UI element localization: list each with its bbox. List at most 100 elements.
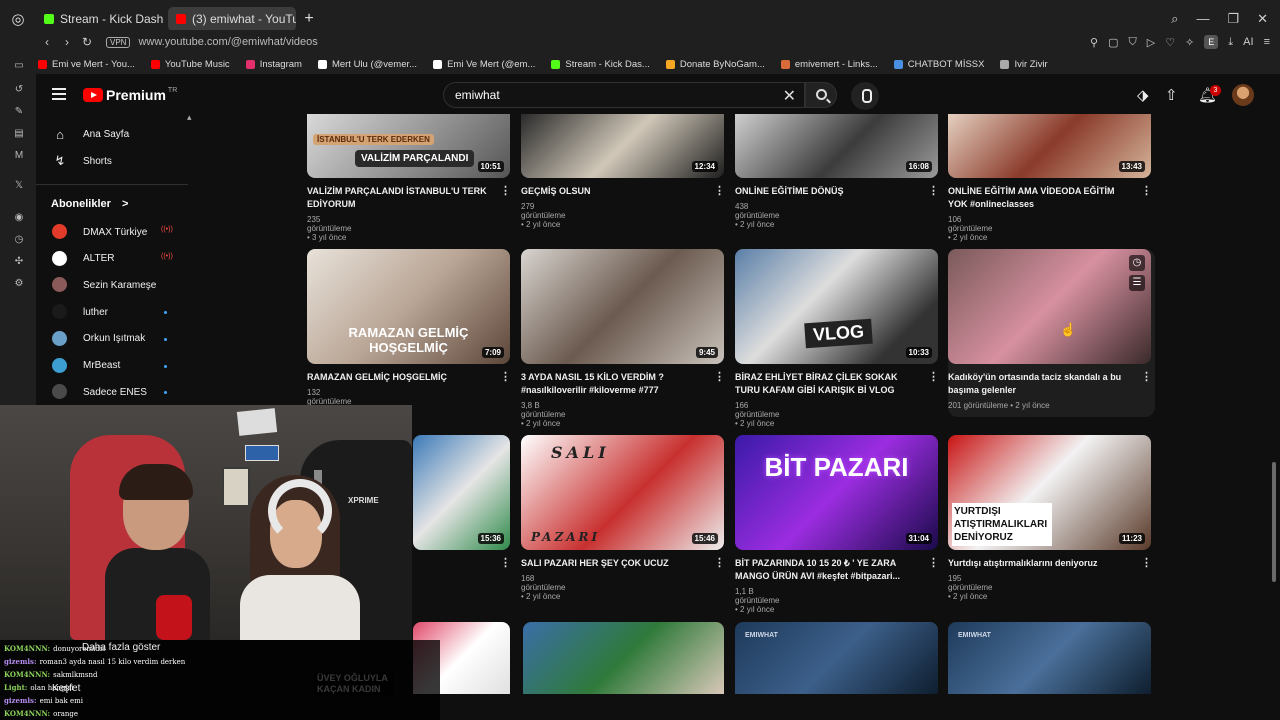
vpn-badge[interactable]: VPN <box>106 36 131 48</box>
bookmark-item[interactable]: Mert Ulu (@vemer... <box>317 59 417 70</box>
forward-icon[interactable]: › <box>58 35 76 49</box>
search-tabs-icon[interactable]: ⌕ <box>1171 11 1178 27</box>
messenger-icon[interactable]: ▭ <box>13 60 25 72</box>
clear-search-icon[interactable]: ✕ <box>783 86 796 106</box>
bookmark-item[interactable]: Donate ByNoGam... <box>665 59 765 70</box>
search-input[interactable]: emiwhat ✕ <box>443 82 805 108</box>
extensions-icon[interactable]: ✧ <box>1185 36 1194 49</box>
shield-icon[interactable]: ⛉ <box>1128 36 1136 49</box>
minimize-icon[interactable]: — <box>1196 11 1209 27</box>
player-icon[interactable]: ◉ <box>13 212 25 224</box>
close-icon[interactable]: ✕ <box>1257 11 1268 27</box>
video-title[interactable]: BİRAZ EHLİYET BİRAZ ÇİLEK SOKAK TURU KAF… <box>735 371 923 397</box>
sidebar-channel-item[interactable]: MrBeast <box>36 354 200 378</box>
ai-label[interactable]: AI <box>1243 36 1253 48</box>
show-more-button[interactable]: Daha fazla göster <box>82 642 160 653</box>
new-tab-button[interactable]: + <box>300 10 318 28</box>
video-thumbnail[interactable]: RAMAZAN GELMİÇ HOŞGELMİÇ 7:09 <box>307 249 510 364</box>
sidebar-item-shorts[interactable]: ↯ Shorts <box>36 149 200 173</box>
video-title[interactable]: ONLİNE EĞİTİME DÖNÜŞ <box>735 185 923 198</box>
video-title[interactable]: Yurtdışı atıştırmalıklarını deniyoruz <box>948 557 1136 570</box>
video-title[interactable]: VALİZİM PARÇALANDI İSTANBUL'U TERK EDİYO… <box>307 185 495 211</box>
video-menu-icon[interactable]: ⋮ <box>714 370 725 383</box>
video-menu-icon[interactable]: ⋮ <box>1141 370 1152 383</box>
bookmark-item[interactable]: Instagram <box>245 59 302 70</box>
video-thumbnail[interactable]: EMIWHAT <box>735 622 938 694</box>
video-thumbnail[interactable]: YURTDIŞI ATIŞTIRMALIKLARI DENİYORUZ 11:23 <box>948 435 1151 550</box>
explore-heading[interactable]: Keşfet <box>52 683 80 694</box>
create-icon[interactable]: ⬗ <box>1137 86 1149 104</box>
video-title[interactable]: 3 AYDA NASIL 15 KİLO VERDİM ? #nasılkilo… <box>521 371 709 397</box>
video-menu-icon[interactable]: ⋮ <box>714 184 725 197</box>
download-icon[interactable]: ⤓ <box>1228 36 1233 49</box>
video-thumbnail[interactable]: ◷ ☰ <box>948 249 1151 364</box>
menu-icon[interactable] <box>52 88 66 100</box>
extension-badge[interactable]: E <box>1204 35 1219 49</box>
bookmark-item[interactable]: Emi Ve Mert (@em... <box>433 59 535 70</box>
video-title[interactable]: SALI PAZARI HER ŞEY ÇOK UCUZ <box>521 557 709 570</box>
puzzle-icon[interactable]: ✣ <box>13 256 25 268</box>
video-menu-icon[interactable]: ⋮ <box>714 556 725 569</box>
url-field[interactable]: www.youtube.com/@emiwhat/videos <box>138 36 317 48</box>
pin-icon[interactable]: ⚲ <box>1090 36 1098 49</box>
edit-icon[interactable]: ✎ <box>13 106 25 118</box>
subscriptions-heading[interactable]: Abonelikler > <box>51 198 128 210</box>
bookmark-item[interactable]: YouTube Music <box>150 59 230 70</box>
video-menu-icon[interactable]: ⋮ <box>928 556 939 569</box>
video-menu-icon[interactable]: ⋮ <box>1141 184 1152 197</box>
reload-icon[interactable]: ↻ <box>78 35 96 49</box>
video-thumbnail[interactable]: 16:08 <box>735 114 938 178</box>
voice-search-button[interactable] <box>851 82 879 110</box>
sidebar-channel-item[interactable]: Sezin Karameşe <box>36 273 200 297</box>
notes-icon[interactable]: ▤ <box>13 128 25 140</box>
sidebar-channel-item[interactable]: luther <box>36 300 200 324</box>
bookmark-item[interactable]: Stream - Kick Das... <box>551 59 650 70</box>
youtube-premium-logo[interactable]: Premium TR <box>83 87 177 103</box>
bookmark-item[interactable]: emivemert - Links... <box>780 59 878 70</box>
video-title[interactable]: RAMAZAN GELMİÇ HOŞGELMİÇ <box>307 371 495 384</box>
video-title[interactable]: GEÇMİŞ OLSUN <box>521 185 709 198</box>
browser-menu-icon[interactable]: ≡ <box>1264 36 1270 48</box>
sidebar-channel-item[interactable]: Orkun Işıtmak <box>36 327 200 351</box>
sidebar-item-home[interactable]: ⌂ Ana Sayfa <box>36 122 200 146</box>
x-icon[interactable]: 𝕏 <box>13 180 25 192</box>
video-thumbnail[interactable]: 9:45 <box>521 249 724 364</box>
history-icon[interactable]: ↺ <box>13 84 25 96</box>
clock-icon[interactable]: ◷ <box>13 234 25 246</box>
settings-icon[interactable]: ⚙ <box>13 278 25 290</box>
maximize-icon[interactable]: ❐ <box>1227 11 1239 27</box>
snapshot-icon[interactable]: ▢ <box>1108 36 1118 49</box>
video-thumbnail[interactable]: VALİZİM PARÇALANDI İSTANBUL'U TERK EDERKE… <box>307 114 510 178</box>
avatar[interactable] <box>1232 84 1254 106</box>
sidebar-channel-item[interactable]: ALTER ((•)) <box>36 247 200 271</box>
sidebar-channel-item[interactable]: Sadece ENES <box>36 380 200 404</box>
video-menu-icon[interactable]: ⋮ <box>1141 556 1152 569</box>
video-thumbnail[interactable] <box>523 622 724 694</box>
video-thumbnail[interactable]: 13:43 <box>948 114 1151 178</box>
video-title[interactable]: BİT PAZARINDA 10 15 20 ₺ ' YE ZARA MANGO… <box>735 557 923 583</box>
bookmark-item[interactable]: CHATBOT MİSSX <box>893 59 984 70</box>
video-title[interactable]: Kadıköy'ün ortasında taciz skandalı a bu… <box>948 371 1136 397</box>
add-to-queue-icon[interactable]: ☰ <box>1129 275 1145 291</box>
page-scrollbar[interactable] <box>1272 462 1276 582</box>
video-thumbnail[interactable]: BİT PAZARI 31:04 <box>735 435 938 550</box>
watch-later-icon[interactable]: ◷ <box>1129 255 1145 271</box>
video-thumbnail[interactable]: VLOG 10:33 <box>735 249 938 364</box>
video-card[interactable]: ◷ ☰ Kadıköy'ün ortasında taciz skandalı a … <box>948 249 1155 417</box>
video-thumbnail[interactable]: 15:36 <box>413 435 510 550</box>
upload-icon[interactable]: ⇧ <box>1165 86 1178 104</box>
heart-icon[interactable]: ♡ <box>1165 36 1175 49</box>
video-menu-icon[interactable]: ⋮ <box>500 184 511 197</box>
tab-kick-dashboard[interactable]: Stream - Kick Dashboard <box>36 7 164 31</box>
video-thumbnail[interactable]: SALI PAZARI 15:46 <box>521 435 724 550</box>
bookmark-item[interactable]: Emi ve Mert - You... <box>38 59 135 70</box>
back-icon[interactable]: ‹ <box>38 35 56 49</box>
search-button[interactable] <box>805 82 837 108</box>
mail-icon[interactable]: M <box>13 150 25 162</box>
video-thumbnail[interactable]: 12:34 <box>521 114 724 178</box>
play-icon[interactable]: ▷ <box>1147 36 1155 49</box>
tab-youtube[interactable]: (3) emiwhat - YouTube <box>168 7 296 31</box>
sidebar-channel-item[interactable]: DMAX Türkiye ((•)) <box>36 220 200 244</box>
video-menu-icon[interactable]: ⋮ <box>500 556 511 569</box>
video-menu-icon[interactable]: ⋮ <box>928 184 939 197</box>
